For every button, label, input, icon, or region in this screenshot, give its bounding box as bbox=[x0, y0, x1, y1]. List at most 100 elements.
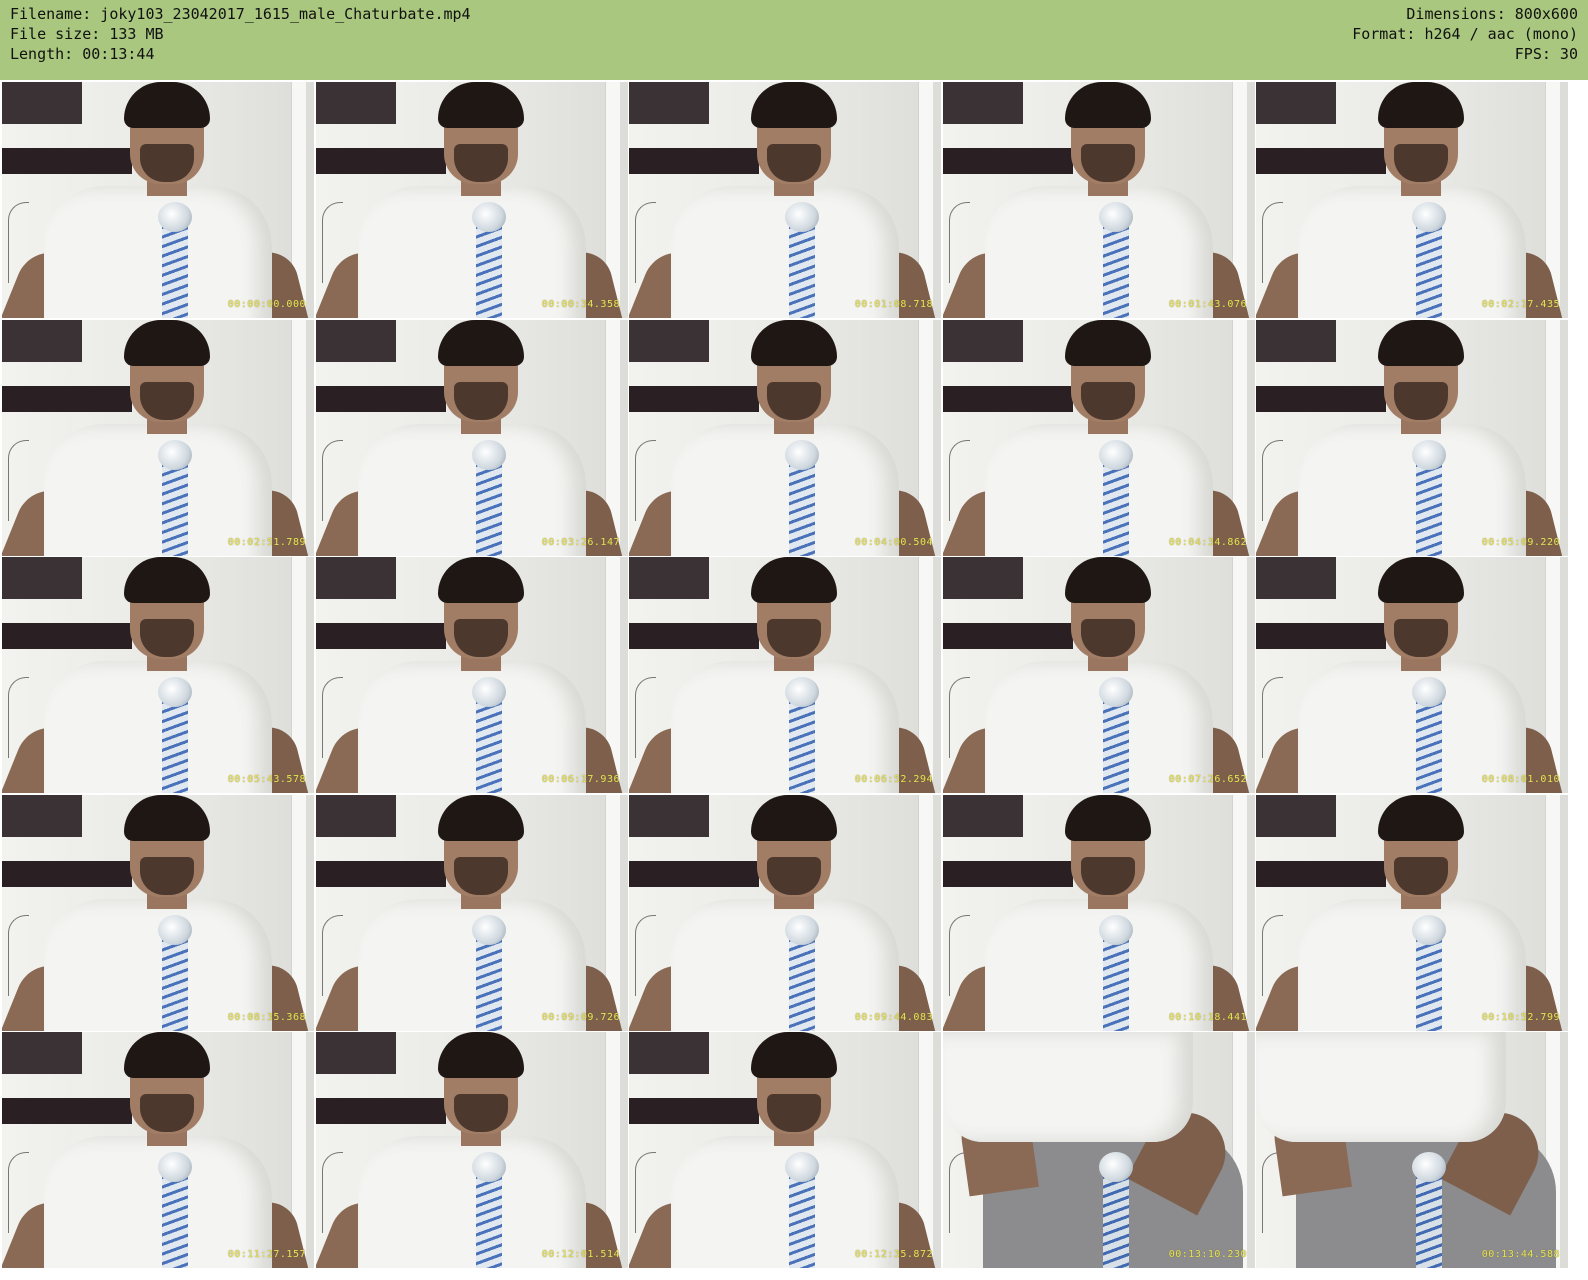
thumbnail-glass-top bbox=[472, 202, 506, 232]
thumbnail-shelf bbox=[629, 1098, 759, 1124]
thumbnail-shelf bbox=[629, 148, 759, 174]
dimensions-text: Dimensions: 800x600 bbox=[1406, 5, 1578, 23]
video-thumbnail: 00:10:52.799 bbox=[1256, 795, 1568, 1031]
thumbnail-tv bbox=[2, 557, 82, 599]
thumbnail-tv bbox=[943, 557, 1023, 599]
length-text: Length: 00:13:44 bbox=[10, 45, 155, 63]
timestamp-label: 00:12:35.872 bbox=[854, 1249, 933, 1260]
thumbnail-tv bbox=[1256, 320, 1336, 362]
thumbnail-tv bbox=[316, 320, 396, 362]
timestamp-label: 00:01:08.718 bbox=[854, 299, 933, 310]
video-thumbnail: 00:06:17.936 bbox=[316, 557, 628, 793]
fps-text: FPS: 30 bbox=[1514, 45, 1578, 63]
thumbnail-glass-top bbox=[158, 915, 192, 945]
thumbnail-glass-top bbox=[785, 202, 819, 232]
video-thumbnail: 00:13:10.230 bbox=[943, 1032, 1255, 1268]
timestamp-label: 00:09:44.083 bbox=[854, 1012, 933, 1023]
thumbnail-glass-top bbox=[1412, 677, 1446, 707]
thumbnail-glass-top bbox=[1412, 440, 1446, 470]
thumbnail-shelf bbox=[943, 623, 1073, 649]
thumbnail-glass-top bbox=[158, 202, 192, 232]
video-thumbnail: 00:12:01.514 bbox=[316, 1032, 628, 1268]
thumbnail-shelf bbox=[1256, 148, 1386, 174]
thumbnail-shelf bbox=[943, 861, 1073, 887]
thumbnail-glass-top bbox=[158, 440, 192, 470]
video-thumbnail: 00:10:18.441 bbox=[943, 795, 1255, 1031]
thumbnail-grid: 00:00:00.000 00:00:34.358 00:01:08.718 00:0… bbox=[0, 80, 1588, 1280]
thumbnail-glass-top bbox=[785, 440, 819, 470]
timestamp-label: 00:04:00.504 bbox=[854, 537, 933, 548]
timestamp-label: 00:08:35.368 bbox=[227, 1012, 306, 1023]
video-thumbnail: 00:09:44.083 bbox=[629, 795, 941, 1031]
timestamp-label: 00:09:09.726 bbox=[541, 1012, 620, 1023]
video-thumbnail: 00:11:27.157 bbox=[2, 1032, 314, 1268]
thumbnail-shelf bbox=[2, 1098, 132, 1124]
thumbnail-shelf bbox=[943, 386, 1073, 412]
thumbnail-shelf bbox=[2, 861, 132, 887]
timestamp-label: 00:11:27.157 bbox=[227, 1249, 306, 1260]
thumbnail-shirt bbox=[943, 1032, 1193, 1142]
thumbnail-glass-top bbox=[1412, 202, 1446, 232]
timestamp-label: 00:03:26.147 bbox=[541, 537, 620, 548]
thumbnail-tv bbox=[629, 320, 709, 362]
thumbnail-tv bbox=[2, 795, 82, 837]
timestamp-label: 00:10:18.441 bbox=[1168, 1012, 1247, 1023]
thumbnail-glass-top bbox=[158, 677, 192, 707]
thumbnail-shelf bbox=[2, 623, 132, 649]
thumbnail-glass-top bbox=[472, 440, 506, 470]
thumbnail-glass-top bbox=[1099, 440, 1133, 470]
thumbnail-shelf bbox=[629, 623, 759, 649]
video-thumbnail: 00:12:35.872 bbox=[629, 1032, 941, 1268]
thumbnail-shelf bbox=[2, 148, 132, 174]
thumbnail-tv bbox=[2, 82, 82, 124]
video-thumbnail: 00:06:52.294 bbox=[629, 557, 941, 793]
thumbnail-glass-top bbox=[785, 677, 819, 707]
thumbnail-glass-top bbox=[1099, 677, 1133, 707]
thumbnail-glass-top bbox=[472, 677, 506, 707]
video-thumbnail: 00:00:34.358 bbox=[316, 82, 628, 318]
video-thumbnail: 00:03:26.147 bbox=[316, 320, 628, 556]
thumbnail-shelf bbox=[1256, 623, 1386, 649]
thumbnail-glass-top bbox=[785, 915, 819, 945]
thumbnail-glass-top bbox=[1099, 1152, 1133, 1182]
format-text: Format: h264 / aac (mono) bbox=[1352, 25, 1578, 43]
thumbnail-glass-top bbox=[1099, 202, 1133, 232]
thumbnail-tv bbox=[629, 795, 709, 837]
thumbnail-glass-top bbox=[472, 1152, 506, 1182]
info-left: Filename: joky103_23042017_1615_male_Cha… bbox=[10, 4, 471, 64]
thumbnail-tv bbox=[1256, 795, 1336, 837]
thumbnail-shelf bbox=[316, 386, 446, 412]
thumbnail-shelf bbox=[1256, 386, 1386, 412]
video-thumbnail: 00:04:34.862 bbox=[943, 320, 1255, 556]
thumbnail-tv bbox=[629, 557, 709, 599]
timestamp-label: 00:06:52.294 bbox=[854, 774, 933, 785]
thumbnail-glass-top bbox=[472, 915, 506, 945]
video-thumbnail: 00:05:09.220 bbox=[1256, 320, 1568, 556]
timestamp-label: 00:02:51.789 bbox=[227, 537, 306, 548]
video-thumbnail: 00:00:00.000 bbox=[2, 82, 314, 318]
timestamp-label: 00:07:26.652 bbox=[1168, 774, 1247, 785]
timestamp-label: 00:00:00.000 bbox=[227, 299, 306, 310]
thumbnail-shelf bbox=[316, 148, 446, 174]
video-thumbnail: 00:01:43.076 bbox=[943, 82, 1255, 318]
timestamp-label: 00:10:52.799 bbox=[1481, 1012, 1560, 1023]
video-thumbnail: 00:05:43.578 bbox=[2, 557, 314, 793]
video-thumbnail: 00:02:51.789 bbox=[2, 320, 314, 556]
filesize-text: File size: 133 MB bbox=[10, 25, 164, 43]
timestamp-label: 00:01:43.076 bbox=[1168, 299, 1247, 310]
thumbnail-shelf bbox=[1256, 861, 1386, 887]
thumbnail-tv bbox=[1256, 557, 1336, 599]
thumbnail-tv bbox=[629, 82, 709, 124]
video-thumbnail: 00:01:08.718 bbox=[629, 82, 941, 318]
timestamp-label: 00:00:34.358 bbox=[541, 299, 620, 310]
thumbnail-tv bbox=[316, 82, 396, 124]
thumbnail-shelf bbox=[943, 148, 1073, 174]
thumbnail-shelf bbox=[629, 386, 759, 412]
thumbnail-glass-top bbox=[1412, 915, 1446, 945]
thumbnail-shelf bbox=[2, 386, 132, 412]
video-thumbnail: 00:09:09.726 bbox=[316, 795, 628, 1031]
thumbnail-tv bbox=[1256, 82, 1336, 124]
info-header: Filename: joky103_23042017_1615_male_Cha… bbox=[0, 0, 1588, 80]
video-thumbnail: 00:08:35.368 bbox=[2, 795, 314, 1031]
thumbnail-shelf bbox=[316, 623, 446, 649]
